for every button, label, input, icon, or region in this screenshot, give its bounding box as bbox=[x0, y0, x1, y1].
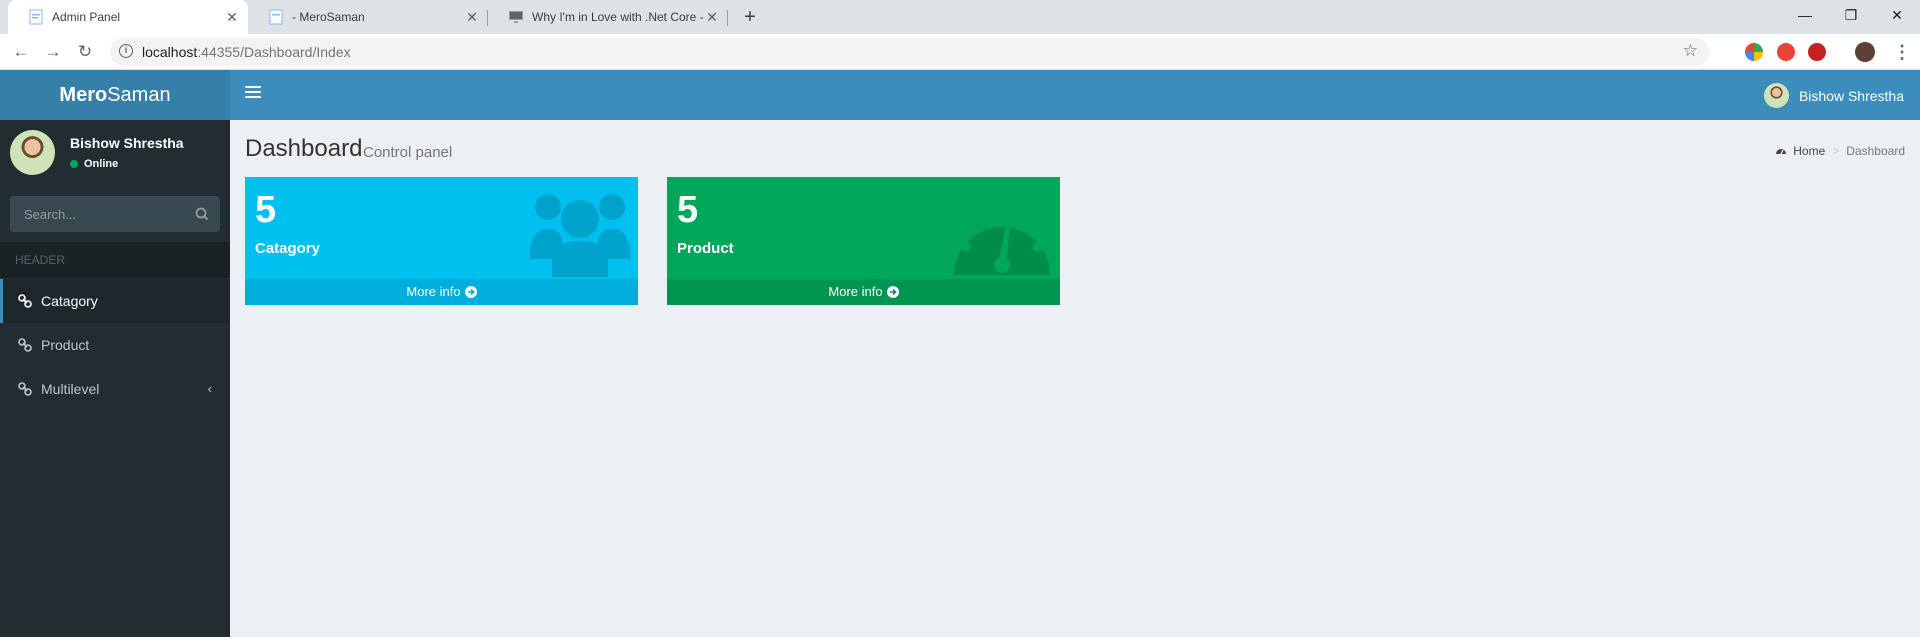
user-menu[interactable]: Bishow Shrestha bbox=[1763, 83, 1904, 108]
small-box-product: 5 Product More info bbox=[667, 177, 1060, 305]
breadcrumb-separator: > bbox=[1832, 144, 1840, 158]
status-badge: Online bbox=[70, 158, 118, 170]
sidebar-header: HEADER bbox=[0, 242, 230, 278]
more-info-link[interactable]: More info bbox=[667, 279, 1060, 305]
extension-icon[interactable] bbox=[1808, 43, 1826, 61]
url-text: localhost:44355/Dashboard/Index bbox=[142, 44, 351, 60]
back-button[interactable]: ← bbox=[9, 40, 33, 64]
box-count: 5 bbox=[255, 189, 277, 231]
browser-menu-icon[interactable]: ⋮ bbox=[1893, 42, 1911, 63]
tab-title: Why I'm in Love with .Net Core - bbox=[532, 10, 704, 24]
sidebar-toggle-button[interactable] bbox=[245, 86, 261, 104]
content-wrapper: Dashboard Control panel Home > Dashboard… bbox=[230, 120, 1920, 637]
address-bar[interactable]: i localhost:44355/Dashboard/Index ☆ bbox=[110, 38, 1710, 66]
breadcrumb-current: Dashboard bbox=[1846, 144, 1905, 158]
breadcrumb-home-link[interactable]: Home bbox=[1793, 144, 1825, 158]
new-tab-button[interactable]: + bbox=[738, 6, 762, 28]
top-navbar: Bishow Shrestha bbox=[230, 70, 1920, 120]
forward-button[interactable]: → bbox=[41, 40, 65, 64]
app-logo[interactable]: MeroSaman bbox=[0, 70, 230, 120]
page-title: Dashboard bbox=[245, 135, 363, 162]
sidebar-item-product[interactable]: Product bbox=[0, 323, 230, 367]
minimize-button[interactable]: — bbox=[1782, 0, 1828, 30]
sidebar-item-catagory[interactable]: Catagory bbox=[0, 279, 230, 323]
nav-user-name: Bishow Shrestha bbox=[1798, 87, 1904, 104]
sidebar-item-label: Product bbox=[41, 337, 90, 353]
sidebar-item-label: Catagory bbox=[41, 293, 98, 309]
arrow-circle-right-icon bbox=[464, 286, 477, 298]
restore-button[interactable]: ❐ bbox=[1828, 0, 1874, 30]
close-icon[interactable]: ✕ bbox=[704, 9, 720, 25]
bookmark-star-icon[interactable]: ☆ bbox=[1683, 41, 1698, 61]
link-icon bbox=[18, 382, 32, 396]
close-icon[interactable]: ✕ bbox=[464, 9, 480, 25]
breadcrumb: Home > Dashboard bbox=[1775, 144, 1905, 158]
small-box-catagory: 5 Catagory More info bbox=[245, 177, 638, 305]
box-count: 5 bbox=[677, 189, 699, 231]
chevron-left-icon[interactable]: ‹ bbox=[208, 381, 212, 396]
browser-tab-net-core[interactable]: Why I'm in Love with .Net Core - ✕ bbox=[488, 0, 728, 34]
box-label: Catagory bbox=[255, 240, 321, 257]
monitor-icon bbox=[508, 9, 524, 25]
browser-toolbar: ← → ↻ i localhost:44355/Dashboard/Index … bbox=[0, 34, 1920, 70]
link-icon bbox=[18, 338, 32, 352]
more-info-link[interactable]: More info bbox=[245, 279, 638, 305]
sidebar-item-multilevel[interactable]: Multilevel ‹ bbox=[0, 367, 230, 411]
link-icon bbox=[18, 294, 32, 308]
arrow-circle-right-icon bbox=[886, 286, 899, 298]
search-input[interactable] bbox=[10, 196, 180, 232]
avatar bbox=[1763, 83, 1789, 108]
users-icon bbox=[530, 194, 630, 277]
dashboard-icon bbox=[954, 208, 1050, 275]
page-subtitle: Control panel bbox=[363, 144, 453, 161]
sidebar-search bbox=[10, 196, 220, 232]
sidebar-item-label: Multilevel bbox=[41, 381, 100, 397]
sidebar: MeroSaman Bishow Shrestha Online HEADER … bbox=[0, 70, 230, 637]
page-icon bbox=[28, 9, 44, 25]
browser-tab-merosaman[interactable]: - MeroSaman ✕ bbox=[248, 0, 488, 34]
box-label: Product bbox=[677, 240, 734, 257]
avatar bbox=[10, 130, 55, 175]
close-icon[interactable]: ✕ bbox=[224, 9, 240, 25]
extension-icon[interactable] bbox=[1777, 43, 1795, 61]
admin-app: MeroSaman Bishow Shrestha Online HEADER … bbox=[0, 70, 1920, 637]
close-window-button[interactable]: ✕ bbox=[1874, 0, 1920, 30]
tab-title: Admin Panel bbox=[52, 10, 121, 24]
online-dot-icon bbox=[70, 160, 78, 168]
search-icon[interactable] bbox=[192, 204, 212, 224]
user-panel: Bishow Shrestha Online bbox=[0, 120, 230, 185]
user-name: Bishow Shrestha bbox=[70, 135, 184, 151]
reload-button[interactable]: ↻ bbox=[73, 40, 97, 64]
tab-divider bbox=[727, 10, 728, 26]
browser-tab-strip: Admin Panel ✕ - MeroSaman ✕ Why I'm in L… bbox=[0, 0, 1920, 34]
extension-icon[interactable] bbox=[1745, 43, 1763, 61]
dashboard-icon bbox=[1776, 149, 1787, 155]
tab-title: - MeroSaman bbox=[292, 10, 365, 24]
profile-avatar[interactable] bbox=[1855, 42, 1875, 62]
browser-tab-admin-panel[interactable]: Admin Panel ✕ bbox=[8, 0, 248, 34]
info-icon[interactable]: i bbox=[119, 44, 133, 58]
page-icon bbox=[268, 9, 284, 25]
